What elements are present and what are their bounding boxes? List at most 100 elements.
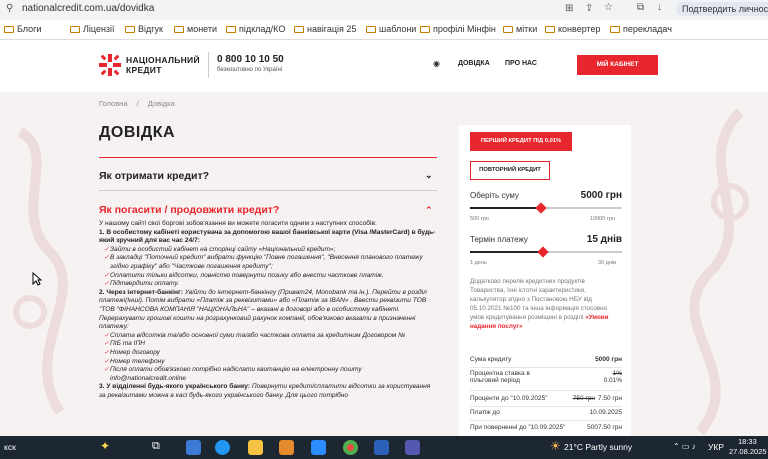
my-cabinet-button[interactable]: МІЙ КАБІНЕТ <box>577 55 658 75</box>
chevron-down-icon[interactable]: ⌄ <box>425 170 433 181</box>
faq-question[interactable]: Як отримати кредит? <box>99 170 209 182</box>
breadcrumb-separator: / <box>136 99 139 108</box>
profile-button[interactable]: Подтвердить личность <box>676 2 768 16</box>
sum-value: 5000 грн <box>580 190 622 201</box>
downloads-icon[interactable]: ↓ <box>657 2 662 13</box>
answer-step-1: 1. В особистому кабінеті користувача за … <box>99 228 436 245</box>
bookmarks-bar: Блоги Ліцензії Відгук монети підклад/КО … <box>0 20 768 40</box>
teams-icon[interactable] <box>405 440 420 455</box>
taskbar-search[interactable]: кск <box>4 442 16 452</box>
folder-icon <box>226 26 236 33</box>
answer-step-3: 3. У відділенні будь-якого українського … <box>99 383 431 399</box>
row-divider <box>470 406 622 407</box>
folder-icon <box>503 26 513 33</box>
row-divider <box>470 420 622 421</box>
mail-icon[interactable] <box>311 440 326 455</box>
breadcrumb: Головна / Довідка <box>99 99 175 108</box>
bookmark-folder[interactable]: профілі Мінфін <box>420 24 496 34</box>
list-item: Оплатити тільки відсотки, повністю повер… <box>99 272 437 281</box>
chevron-up-icon[interactable]: ⌃ <box>425 205 433 216</box>
bookmark-folder[interactable]: перекладач <box>610 24 672 34</box>
faq-question-open[interactable]: Як погасити / продовжити кредит? <box>99 204 279 216</box>
share-icon[interactable]: ⇪ <box>585 3 593 14</box>
clock-date[interactable]: 27.08.2025 <box>729 447 767 456</box>
first-credit-button[interactable]: ПЕРШИЙ КРЕДИТ ПІД 0,01% <box>470 132 572 151</box>
term-slider-fill <box>470 251 543 253</box>
term-max: 30 днів <box>598 260 617 266</box>
term-label: Термін платежу <box>470 235 528 244</box>
decorative-ornament <box>689 108 749 436</box>
bookmark-folder[interactable]: навігація 25 <box>294 24 356 34</box>
bookmark-folder[interactable]: Блоги <box>4 24 41 34</box>
folder-icon <box>545 26 555 33</box>
decorative-ornament <box>13 127 68 415</box>
row-divider <box>470 367 622 368</box>
repeat-credit-button[interactable]: ПОВТОРНИЙ КРЕДИТ <box>470 161 550 180</box>
sum-max: 10000 грн <box>590 216 615 222</box>
folder-icon <box>70 26 80 33</box>
weather-icon[interactable]: ☀ <box>550 439 561 453</box>
phone-note: безкоштовно по Україні <box>217 67 283 73</box>
app-icon[interactable] <box>279 440 294 455</box>
bookmark-folder[interactable]: підклад/КО <box>226 24 285 34</box>
translate-icon[interactable]: ⊞ <box>565 3 573 14</box>
summary-row: При поверненні до "10.09.2025" 5007.50 гр… <box>470 424 622 431</box>
terms-info: Додатково перелік кредитних продуктів То… <box>470 278 609 330</box>
bookmark-folder[interactable]: шаблони <box>366 24 416 34</box>
summary-row: Платіж до 10.09.2025 <box>470 409 622 416</box>
sum-label: Оберіть суму <box>470 191 519 200</box>
summary-row: Процентна ставка в пільговий період 1% 0.0… <box>470 370 622 384</box>
header-divider <box>208 52 209 78</box>
phone-number[interactable]: 0 800 10 10 50 <box>217 54 284 65</box>
edge-icon[interactable] <box>186 440 201 455</box>
task-view-icon[interactable]: ⧉ <box>152 440 160 453</box>
bookmark-folder[interactable]: мітки <box>503 24 537 34</box>
folder-icon <box>125 26 135 33</box>
bookmark-folder[interactable]: монети <box>174 24 217 34</box>
faq-divider <box>99 190 437 191</box>
nav-help[interactable]: ДОВІДКА <box>458 60 490 67</box>
eye-icon[interactable]: ◉ <box>433 59 440 68</box>
weather-text[interactable]: 21°C Partly sunny <box>564 442 632 452</box>
site-header: НАЦІОНАЛЬНИЙ КРЕДИТ 0 800 10 10 50 безко… <box>0 40 768 92</box>
browser-icon[interactable] <box>215 440 230 455</box>
folder-icon <box>294 26 304 33</box>
site-info-icon[interactable]: ⚲ <box>6 3 13 14</box>
breadcrumb-home[interactable]: Головна <box>99 99 128 108</box>
extensions-icon[interactable]: ⧉ <box>637 2 644 13</box>
bookmark-folder[interactable]: Ліцензії <box>70 24 115 34</box>
windows-taskbar: кск ✦ ⧉ ☀ 21°C Partly sunny ⌃ ▭ ♪ УКР 18… <box>0 436 768 459</box>
answer-intro: У нашому сайті свої боргові зобов'язання… <box>99 220 377 227</box>
star-icon[interactable]: ☆ <box>604 2 613 13</box>
list-item: В закладці "Поточний кредит" вибрати фун… <box>99 254 437 271</box>
sum-min: 500 грн <box>470 216 489 222</box>
copilot-sparkle-icon[interactable]: ✦ <box>100 439 110 453</box>
logo-text[interactable]: НАЦІОНАЛЬНИЙ КРЕДИТ <box>126 55 200 75</box>
bookmark-folder[interactable]: конвертер <box>545 24 601 34</box>
clock-time[interactable]: 18:33 <box>738 437 757 446</box>
logo-icon[interactable] <box>99 54 121 76</box>
folder-icon <box>174 26 184 33</box>
folder-icon <box>4 26 14 33</box>
mouse-cursor-icon <box>32 272 42 286</box>
summary-row: Сума кредиту 5000 грн <box>470 356 622 363</box>
chrome-icon[interactable] <box>343 440 358 455</box>
answer-step-2: 2. Через інтернет-банкінг: Увійти до інт… <box>99 288 427 331</box>
tray-icons[interactable]: ⌃ ▭ ♪ <box>673 442 696 451</box>
row-divider <box>470 390 622 391</box>
word-icon[interactable] <box>374 440 389 455</box>
file-explorer-icon[interactable] <box>248 440 263 455</box>
folder-icon <box>366 26 376 33</box>
language-indicator[interactable]: УКР <box>708 442 724 452</box>
list-item: Сплата відсотків та/або основної суми та… <box>99 332 437 341</box>
nav-about[interactable]: ПРО НАС <box>505 60 537 67</box>
url-field[interactable]: nationalcredit.com.ua/dovidka <box>22 3 154 14</box>
bookmark-folder[interactable]: Відгук <box>125 24 163 34</box>
folder-icon <box>420 26 430 33</box>
list-item: ПІБ та ІПН <box>99 340 437 349</box>
summary-row: Проценти до "10.09.2025" 750 грн 7.50 грн <box>470 395 622 402</box>
list-item: Номер договору <box>99 349 437 358</box>
folder-icon <box>610 26 620 33</box>
term-min: 1 день <box>470 260 487 266</box>
list-item: Після оплати обов'язково потрібно надісл… <box>99 366 437 383</box>
